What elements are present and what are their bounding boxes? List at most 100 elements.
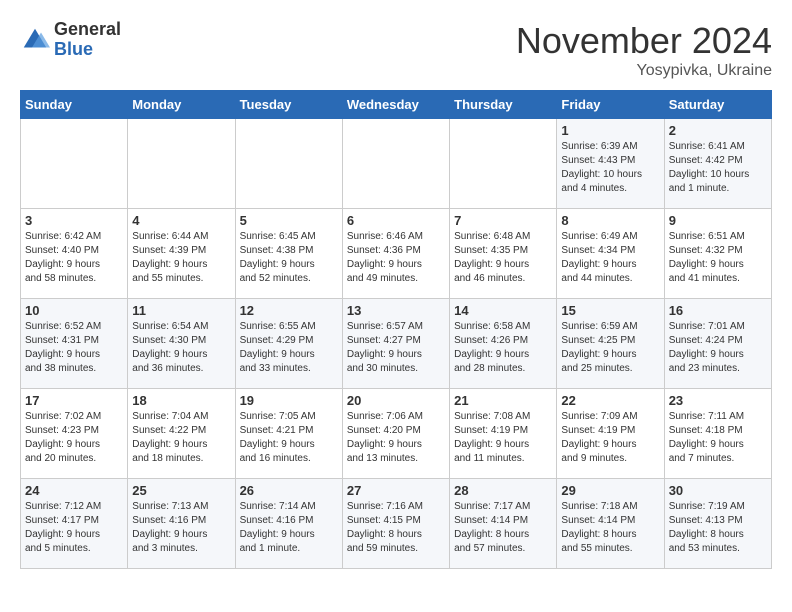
day-info: Sunrise: 6:59 AM Sunset: 4:25 PM Dayligh… [561,320,659,376]
location: Yosypivka, Ukraine [516,62,772,80]
calendar-cell: 28 Sunrise: 7:17 AM Sunset: 4:14 PM Dayli… [450,479,557,569]
day-number: 28 [454,483,552,498]
day-number: 23 [669,393,767,408]
day-number: 10 [25,303,123,318]
calendar-cell: 22Sunrise: 7:09 AM Sunset: 4:19 PM Dayli… [557,389,664,479]
day-info: Sunrise: 6:49 AM Sunset: 4:34 PM Dayligh… [561,230,659,286]
day-info: Sunrise: 7:12 AM Sunset: 4:17 PM Dayligh… [25,500,123,556]
calendar-cell: 4 Sunrise: 6:44 AM Sunset: 4:39 PM Daylig… [128,209,235,299]
calendar-cell: 1 Sunrise: 6:39 AM Sunset: 4:43 PM Daylig… [557,119,664,209]
calendar-week-4: 17Sunrise: 7:02 AM Sunset: 4:23 PM Dayli… [21,389,772,479]
day-number: 3 [25,213,123,228]
day-info: Sunrise: 7:08 AM Sunset: 4:19 PM Dayligh… [454,410,552,466]
day-number: 2 [669,123,767,138]
day-number: 13 [347,303,445,318]
day-number: 25 [132,483,230,498]
day-number: 30 [669,483,767,498]
calendar-cell [450,119,557,209]
day-number: 20 [347,393,445,408]
calendar-cell: 30 Sunrise: 7:19 AM Sunset: 4:13 PM Dayli… [664,479,771,569]
day-info: Sunrise: 7:17 AM Sunset: 4:14 PM Dayligh… [454,500,552,556]
day-info: Sunrise: 6:52 AM Sunset: 4:31 PM Dayligh… [25,320,123,376]
calendar-cell: 10 Sunrise: 6:52 AM Sunset: 4:31 PM Dayli… [21,299,128,389]
day-info: Sunrise: 7:11 AM Sunset: 4:18 PM Dayligh… [669,410,767,466]
calendar-cell [128,119,235,209]
calendar-week-3: 10 Sunrise: 6:52 AM Sunset: 4:31 PM Dayli… [21,299,772,389]
day-info: Sunrise: 7:05 AM Sunset: 4:21 PM Dayligh… [240,410,338,466]
calendar-cell [235,119,342,209]
calendar-cell: 6 Sunrise: 6:46 AM Sunset: 4:36 PM Daylig… [342,209,449,299]
day-number: 16 [669,303,767,318]
calendar-cell [342,119,449,209]
day-number: 15 [561,303,659,318]
day-info: Sunrise: 7:01 AM Sunset: 4:24 PM Dayligh… [669,320,767,376]
day-number: 24 [25,483,123,498]
weekday-header-monday: Monday [128,91,235,119]
calendar-cell: 7Sunrise: 6:48 AM Sunset: 4:35 PM Daylig… [450,209,557,299]
calendar-cell: 11 Sunrise: 6:54 AM Sunset: 4:30 PM Dayli… [128,299,235,389]
calendar-cell: 13 Sunrise: 6:57 AM Sunset: 4:27 PM Dayli… [342,299,449,389]
calendar-header-row: SundayMondayTuesdayWednesdayThursdayFrid… [21,91,772,119]
calendar-week-1: 1 Sunrise: 6:39 AM Sunset: 4:43 PM Daylig… [21,119,772,209]
day-number: 17 [25,393,123,408]
page-header: General Blue November 2024 Yosypivka, Uk… [20,20,772,80]
day-number: 18 [132,393,230,408]
day-number: 12 [240,303,338,318]
calendar-cell: 25 Sunrise: 7:13 AM Sunset: 4:16 PM Dayli… [128,479,235,569]
calendar-cell: 5 Sunrise: 6:45 AM Sunset: 4:38 PM Daylig… [235,209,342,299]
logo-icon [20,25,50,55]
day-info: Sunrise: 7:13 AM Sunset: 4:16 PM Dayligh… [132,500,230,556]
calendar-cell: 18 Sunrise: 7:04 AM Sunset: 4:22 PM Dayli… [128,389,235,479]
day-number: 8 [561,213,659,228]
calendar-cell: 12Sunrise: 6:55 AM Sunset: 4:29 PM Dayli… [235,299,342,389]
logo: General Blue [20,20,121,60]
day-info: Sunrise: 7:06 AM Sunset: 4:20 PM Dayligh… [347,410,445,466]
calendar-table: SundayMondayTuesdayWednesdayThursdayFrid… [20,90,772,569]
day-info: Sunrise: 6:44 AM Sunset: 4:39 PM Dayligh… [132,230,230,286]
weekday-header-sunday: Sunday [21,91,128,119]
calendar-cell: 20 Sunrise: 7:06 AM Sunset: 4:20 PM Dayli… [342,389,449,479]
calendar-cell: 9 Sunrise: 6:51 AM Sunset: 4:32 PM Daylig… [664,209,771,299]
weekday-header-wednesday: Wednesday [342,91,449,119]
day-info: Sunrise: 6:45 AM Sunset: 4:38 PM Dayligh… [240,230,338,286]
calendar-cell: 23 Sunrise: 7:11 AM Sunset: 4:18 PM Dayli… [664,389,771,479]
calendar-week-5: 24 Sunrise: 7:12 AM Sunset: 4:17 PM Dayli… [21,479,772,569]
day-info: Sunrise: 6:46 AM Sunset: 4:36 PM Dayligh… [347,230,445,286]
calendar-cell: 14 Sunrise: 6:58 AM Sunset: 4:26 PM Dayli… [450,299,557,389]
calendar-cell: 2Sunrise: 6:41 AM Sunset: 4:42 PM Daylig… [664,119,771,209]
day-info: Sunrise: 6:58 AM Sunset: 4:26 PM Dayligh… [454,320,552,376]
calendar-cell: 3Sunrise: 6:42 AM Sunset: 4:40 PM Daylig… [21,209,128,299]
day-info: Sunrise: 6:54 AM Sunset: 4:30 PM Dayligh… [132,320,230,376]
calendar-cell: 24 Sunrise: 7:12 AM Sunset: 4:17 PM Dayli… [21,479,128,569]
day-number: 4 [132,213,230,228]
calendar-cell: 17Sunrise: 7:02 AM Sunset: 4:23 PM Dayli… [21,389,128,479]
day-number: 11 [132,303,230,318]
calendar-cell: 16 Sunrise: 7:01 AM Sunset: 4:24 PM Dayli… [664,299,771,389]
day-number: 6 [347,213,445,228]
day-info: Sunrise: 7:16 AM Sunset: 4:15 PM Dayligh… [347,500,445,556]
day-number: 9 [669,213,767,228]
calendar-cell: 8 Sunrise: 6:49 AM Sunset: 4:34 PM Daylig… [557,209,664,299]
day-number: 1 [561,123,659,138]
day-number: 27 [347,483,445,498]
day-number: 22 [561,393,659,408]
day-info: Sunrise: 7:04 AM Sunset: 4:22 PM Dayligh… [132,410,230,466]
day-info: Sunrise: 7:18 AM Sunset: 4:14 PM Dayligh… [561,500,659,556]
logo-blue-text: Blue [54,40,121,60]
calendar-cell [21,119,128,209]
calendar-cell: 15 Sunrise: 6:59 AM Sunset: 4:25 PM Dayli… [557,299,664,389]
day-info: Sunrise: 6:57 AM Sunset: 4:27 PM Dayligh… [347,320,445,376]
day-info: Sunrise: 6:39 AM Sunset: 4:43 PM Dayligh… [561,140,659,196]
day-info: Sunrise: 6:51 AM Sunset: 4:32 PM Dayligh… [669,230,767,286]
day-number: 7 [454,213,552,228]
calendar-cell: 29 Sunrise: 7:18 AM Sunset: 4:14 PM Dayli… [557,479,664,569]
day-info: Sunrise: 7:19 AM Sunset: 4:13 PM Dayligh… [669,500,767,556]
day-number: 21 [454,393,552,408]
calendar-cell: 21 Sunrise: 7:08 AM Sunset: 4:19 PM Dayli… [450,389,557,479]
logo-general-text: General [54,20,121,40]
day-number: 14 [454,303,552,318]
day-number: 5 [240,213,338,228]
weekday-header-thursday: Thursday [450,91,557,119]
title-block: November 2024 Yosypivka, Ukraine [516,20,772,80]
day-number: 29 [561,483,659,498]
